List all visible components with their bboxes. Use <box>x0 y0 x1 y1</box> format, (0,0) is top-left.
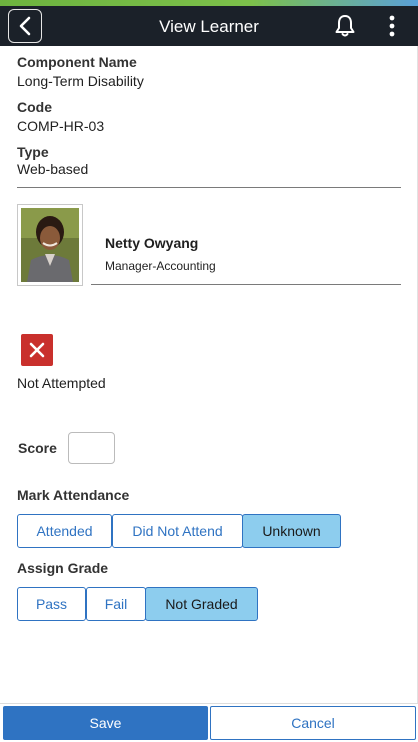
status-text: Not Attempted <box>17 375 106 391</box>
score-label: Score <box>18 440 57 456</box>
type-value: Web-based <box>17 161 89 177</box>
attendance-option-unknown[interactable]: Unknown <box>242 514 341 548</box>
grade-option-pass[interactable]: Pass <box>17 587 86 621</box>
mark-attendance-label: Mark Attendance <box>17 487 130 503</box>
learner-name: Netty Owyang <box>105 235 199 251</box>
grade-option-fail[interactable]: Fail <box>86 587 146 621</box>
notifications-button[interactable] <box>332 13 358 39</box>
code-label: Code <box>17 99 52 115</box>
footer-toolbar: Save Cancel <box>0 703 418 742</box>
learner-job-title: Manager-Accounting <box>105 259 216 273</box>
section-divider <box>17 187 401 188</box>
kebab-menu-icon <box>389 15 395 37</box>
type-label: Type <box>17 144 49 160</box>
bell-icon <box>335 15 355 37</box>
cancel-button[interactable]: Cancel <box>210 706 416 740</box>
learner-avatar <box>17 204 83 286</box>
component-name-value: Long-Term Disability <box>17 73 144 89</box>
score-input[interactable] <box>68 432 115 464</box>
attendance-option-did-not-attend[interactable]: Did Not Attend <box>112 514 243 548</box>
component-name-label: Component Name <box>17 54 137 70</box>
learner-divider <box>91 284 401 285</box>
grade-option-not-graded[interactable]: Not Graded <box>145 587 258 621</box>
avatar-photo <box>21 208 79 282</box>
x-icon <box>29 342 45 358</box>
status-badge <box>21 334 53 366</box>
attendance-option-attended[interactable]: Attended <box>17 514 112 548</box>
assign-grade-label: Assign Grade <box>17 560 109 576</box>
app-header: View Learner <box>0 6 418 46</box>
save-button[interactable]: Save <box>3 706 208 740</box>
more-actions-button[interactable] <box>384 13 400 39</box>
code-value: COMP-HR-03 <box>17 118 105 134</box>
